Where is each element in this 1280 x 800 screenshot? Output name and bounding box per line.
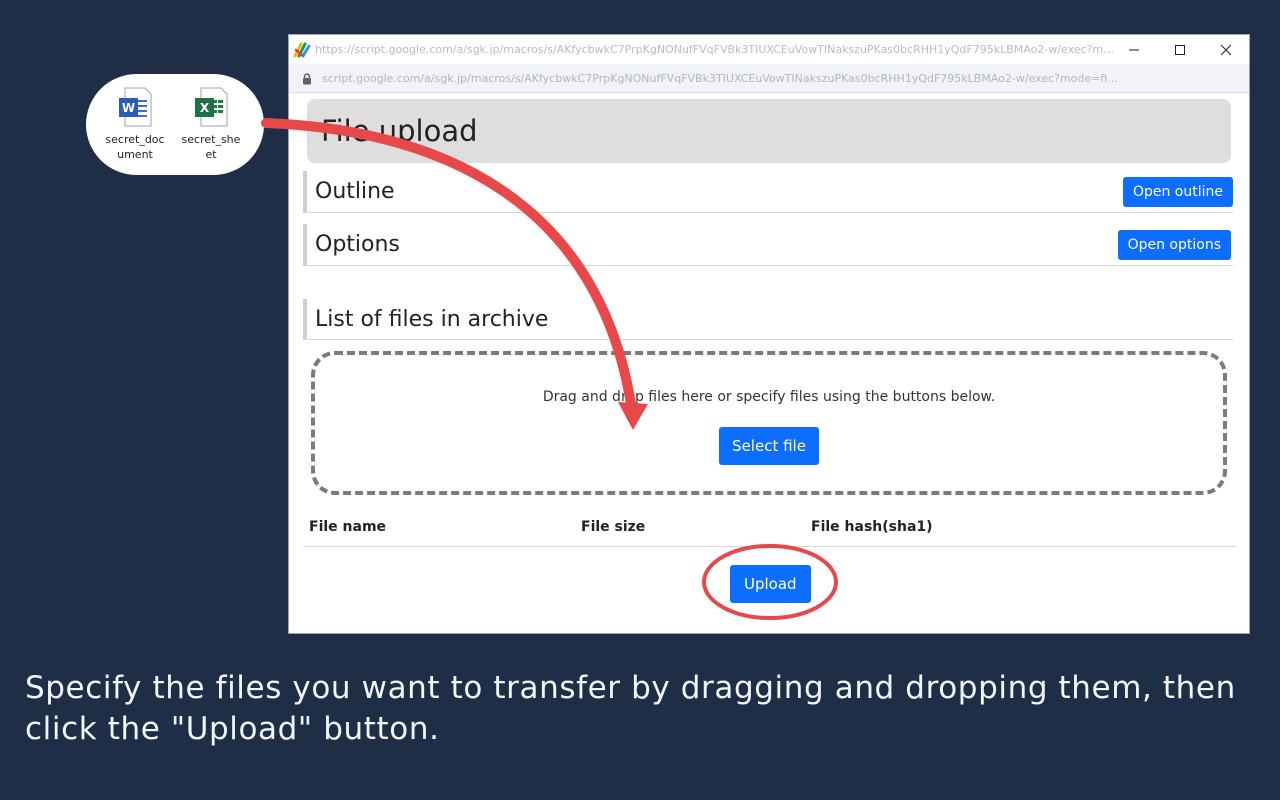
open-options-button[interactable]: Open options xyxy=(1117,229,1231,260)
column-file-name: File name xyxy=(309,519,387,535)
section-options: Options Open options xyxy=(303,224,1233,266)
page-content: File upload Outline Open outline Options… xyxy=(289,93,1249,633)
minimize-button[interactable] xyxy=(1111,35,1157,65)
title-bar: https://script.google.com/a/sgk.jp/macro… xyxy=(289,35,1249,65)
browser-window: https://script.google.com/a/sgk.jp/macro… xyxy=(288,34,1250,634)
apps-script-favicon-icon xyxy=(293,42,311,57)
dropzone-instructions: Drag and drop files here or specify file… xyxy=(542,389,996,405)
open-outline-button[interactable]: Open outline xyxy=(1122,176,1233,207)
instruction-caption: Specify the files you want to transfer b… xyxy=(25,670,1236,747)
desktop-files-bubble: W secret_document X secret_sheet xyxy=(86,74,264,175)
address-bar[interactable]: script.google.com/a/sgk.jp/macros/s/AKfy… xyxy=(289,65,1249,93)
column-file-hash: File hash(sha1) xyxy=(811,519,933,535)
section-outline: Outline Open outline xyxy=(303,171,1233,213)
maximize-button[interactable] xyxy=(1157,35,1203,65)
word-document-icon: W xyxy=(119,87,152,127)
select-file-button[interactable]: Select file xyxy=(719,427,819,465)
file-dropzone[interactable]: Drag and drop files here or specify file… xyxy=(311,351,1227,495)
close-icon xyxy=(1220,44,1232,56)
desktop-file-secret-document[interactable]: W secret_document xyxy=(100,86,170,162)
close-button[interactable] xyxy=(1203,35,1249,65)
svg-text:X: X xyxy=(200,101,210,115)
lock-icon xyxy=(303,72,311,84)
minimize-icon xyxy=(1129,49,1139,51)
page-header: File upload xyxy=(307,99,1231,163)
file-label: secret_sheet xyxy=(181,133,241,161)
file-table-header: File name File size File hash(sha1) xyxy=(303,511,1237,547)
section-heading-outline: Outline xyxy=(315,179,395,204)
file-label: secret_document xyxy=(105,133,165,161)
url-text: script.google.com/a/sgk.jp/macros/s/AKfy… xyxy=(322,72,1118,85)
page-title: File upload xyxy=(321,114,478,148)
section-file-list: List of files in archive xyxy=(303,299,1233,340)
svg-text:W: W xyxy=(122,101,135,115)
section-heading-file-list: List of files in archive xyxy=(315,306,549,332)
column-file-size: File size xyxy=(581,519,646,535)
maximize-icon xyxy=(1175,45,1185,55)
window-title: https://script.google.com/a/sgk.jp/macro… xyxy=(315,43,1115,56)
upload-area: Upload xyxy=(730,565,811,603)
upload-button[interactable]: Upload xyxy=(730,565,811,603)
section-heading-options: Options xyxy=(315,232,400,257)
desktop-file-secret-sheet[interactable]: X secret_sheet xyxy=(176,86,246,162)
excel-sheet-icon: X xyxy=(195,87,228,127)
window-controls xyxy=(1111,35,1249,65)
